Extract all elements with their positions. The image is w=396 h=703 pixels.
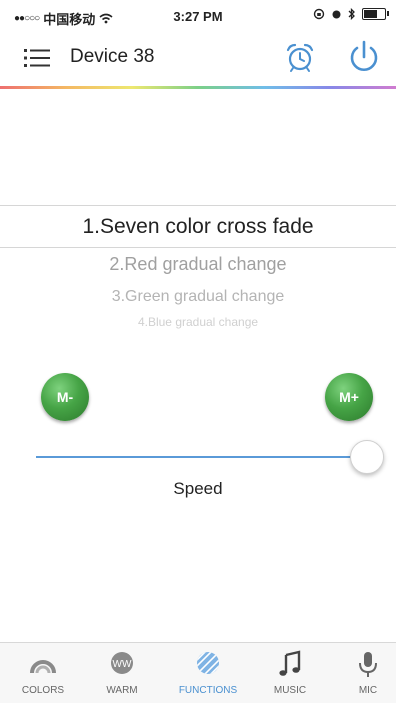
picker-bottom-line: [0, 247, 396, 248]
picker-top-line: [0, 205, 396, 206]
picker-item[interactable]: 2.Red gradual change: [0, 254, 396, 275]
tab-music[interactable]: MUSIC: [252, 643, 328, 703]
battery-fill: [364, 10, 377, 18]
speed-label: Speed: [173, 479, 223, 498]
status-right: [313, 8, 389, 20]
alarm-status-icon: [332, 10, 341, 19]
tab-bar: COLORS WW WARM FUNCTIONS MUSIC MIC: [0, 642, 396, 703]
mode-minus-button[interactable]: M-: [41, 373, 89, 421]
rainbow-divider: [0, 86, 396, 89]
tab-label: FUNCTIONS: [178, 685, 238, 696]
ww-circle-icon: WW: [111, 652, 133, 674]
tab-label: MIC: [358, 685, 378, 696]
tab-mic[interactable]: MIC: [330, 643, 396, 703]
striped-circle-icon: [197, 652, 219, 674]
device-title: Device 38: [70, 46, 155, 67]
battery-icon: [362, 8, 389, 20]
tab-warm[interactable]: WW WARM: [84, 643, 160, 703]
rainbow-arc-icon: [30, 660, 56, 674]
menu-list-icon[interactable]: [24, 46, 50, 70]
rotation-lock-icon: [313, 8, 325, 20]
bluetooth-icon: [348, 8, 355, 20]
tab-label: MUSIC: [273, 685, 307, 696]
status-bar: ●●○○○ 中国移动 3:27 PM: [0, 0, 396, 30]
mode-plus-button[interactable]: M+: [325, 373, 373, 421]
power-icon[interactable]: [345, 38, 383, 76]
tab-label: COLORS: [21, 685, 65, 696]
microphone-icon: [359, 652, 377, 677]
tab-colors[interactable]: COLORS: [5, 643, 81, 703]
slider-thumb[interactable]: [350, 440, 384, 474]
slider-track: [36, 456, 366, 458]
picker-item[interactable]: 3.Green gradual change: [0, 288, 396, 306]
picker-item-selected[interactable]: 1.Seven color cross fade: [0, 215, 396, 239]
tab-functions[interactable]: FUNCTIONS: [170, 643, 246, 703]
function-picker[interactable]: 1.Seven color cross fade 2.Red gradual c…: [0, 205, 396, 335]
svg-text:WW: WW: [113, 659, 132, 670]
tab-label: WARM: [106, 685, 138, 696]
nav-bar: Device 38: [0, 30, 396, 86]
picker-item[interactable]: 4.Blue gradual change: [0, 315, 396, 329]
music-note-icon: [279, 650, 301, 676]
speed-slider[interactable]: [36, 440, 384, 474]
alarm-clock-icon[interactable]: [282, 40, 318, 76]
